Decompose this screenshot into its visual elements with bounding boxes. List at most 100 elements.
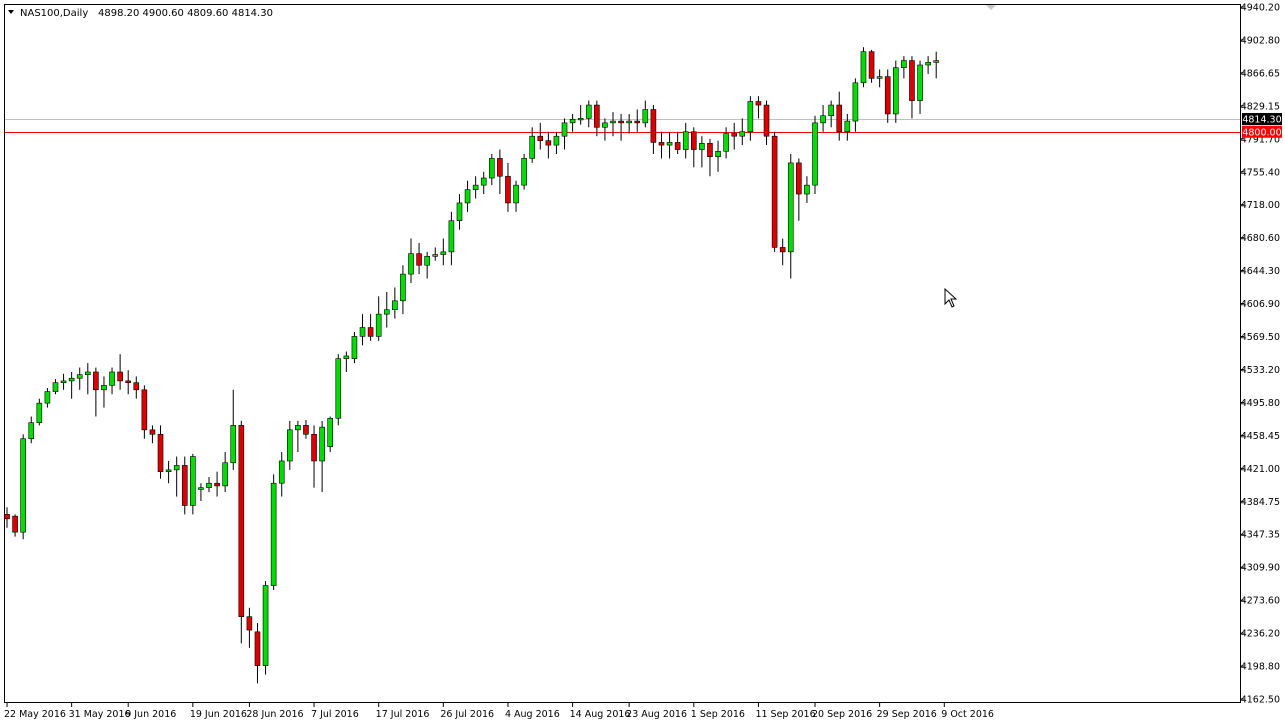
candle-body-bear — [771, 135, 778, 248]
candle — [860, 47, 867, 88]
y-tick-label: 4680.60 — [1241, 233, 1280, 244]
candle-body-bull — [585, 104, 592, 119]
candle-body-bull — [577, 118, 584, 121]
candle-body-bull — [448, 220, 455, 253]
candle-body-bear — [246, 616, 253, 631]
candle-body-bull — [739, 131, 746, 137]
candle — [521, 153, 527, 190]
candle-body-bear — [650, 109, 657, 143]
candle-body-bull — [553, 135, 560, 146]
candle-body-bear — [545, 140, 552, 146]
candle-body-bull — [343, 355, 350, 359]
candle-body-bull — [408, 253, 414, 275]
candle-body-bear — [755, 101, 762, 106]
y-tick-label: 4940.20 — [1241, 3, 1280, 14]
x-tick-label: 4 Aug 2016 — [505, 709, 560, 720]
candle-body-bear — [254, 631, 261, 666]
x-tick-label: 19 Jun 2016 — [190, 709, 247, 720]
candle-body-bear — [634, 120, 641, 124]
y-tick-label: 4644.30 — [1241, 266, 1280, 277]
candle-body-bear — [836, 104, 843, 133]
candlestick-chart: 4940.204902.804866.654829.154791.704755.… — [0, 0, 1285, 726]
x-tick-label: 9 Oct 2016 — [941, 709, 994, 720]
candle-body-bull — [723, 133, 729, 152]
candle-body-bull — [852, 82, 859, 122]
y-tick-label: 4902.80 — [1241, 35, 1280, 46]
candle-body-bear — [303, 425, 309, 435]
candle-body-bull — [262, 585, 269, 666]
candle-body-bull — [876, 76, 883, 79]
candle-body-bear — [505, 175, 511, 204]
candle-body-bull — [222, 462, 228, 487]
candle-body-bear — [868, 51, 875, 79]
y-tick-label: 4162.50 — [1241, 695, 1280, 706]
candle-body-bear — [674, 142, 681, 150]
x-tick-label: 26 Jul 2016 — [440, 709, 494, 720]
candle-body-bear — [12, 515, 18, 533]
candle-body-bull — [844, 120, 851, 133]
y-tick-label: 4273.60 — [1241, 596, 1280, 607]
y-tick-label: 4198.80 — [1241, 662, 1280, 673]
candle-body-bull — [230, 425, 237, 464]
candle-body-bear — [117, 371, 123, 382]
candle-body-bull — [715, 151, 721, 157]
chart-header[interactable]: NAS100,Daily 4898.20 4900.60 4809.60 481… — [8, 8, 273, 19]
x-tick-label: 29 Sep 2016 — [877, 709, 937, 720]
candle-body-bear — [133, 382, 140, 391]
x-tick-label: 11 Sep 2016 — [755, 709, 815, 720]
candle-body-bull — [933, 60, 940, 63]
candle-body-bear — [618, 120, 624, 124]
candle-body-bull — [626, 120, 632, 124]
candle-body-bull — [109, 371, 115, 386]
candle-body-bear — [909, 60, 915, 101]
candle-body-bear — [416, 253, 422, 266]
x-tick-label: 17 Jul 2016 — [376, 709, 430, 720]
candle-body-bull — [440, 251, 447, 255]
y-tick-label: 4309.90 — [1241, 563, 1280, 574]
candle-body-bull — [319, 426, 325, 462]
x-tick-label: 1 Sep 2016 — [691, 709, 745, 720]
candle-body-bull — [610, 120, 616, 124]
candle-body-bull — [295, 425, 301, 431]
candle-body-bear — [149, 429, 156, 435]
candle-body-bear — [157, 433, 164, 472]
candle — [270, 474, 277, 590]
y-tick-label: 4495.80 — [1241, 398, 1280, 409]
candle-body-bull — [76, 374, 83, 379]
candle-body-bull — [925, 62, 931, 66]
candle-body-bull — [383, 309, 390, 315]
candle — [181, 456, 188, 515]
candle-body-bull — [286, 429, 293, 462]
candle-body-bull — [165, 469, 172, 472]
candle-body-bull — [392, 300, 398, 311]
candle-body-bear — [181, 465, 188, 506]
candle-body-bull — [828, 104, 834, 117]
symbol-label: NAS100,Daily — [20, 8, 88, 19]
y-tick-label: 4569.50 — [1241, 332, 1280, 343]
candle — [190, 453, 196, 515]
candle-body-bear — [796, 162, 802, 195]
candle-body-bull — [561, 122, 568, 137]
candle-body-bull — [812, 122, 818, 186]
candle-body-bull — [901, 60, 907, 68]
candle-body-bull — [917, 64, 923, 101]
x-tick-label: 9 Jun 2016 — [125, 709, 176, 720]
current-price-text: 4814.30 — [1242, 115, 1281, 126]
candle-body-bull — [480, 177, 487, 186]
candle-body-bear — [93, 371, 99, 391]
candle-body-bear — [238, 425, 245, 617]
x-tick-label: 22 May 2016 — [4, 709, 66, 720]
y-tick-label: 4384.75 — [1241, 497, 1280, 508]
candle — [262, 581, 269, 675]
candle-body-bull — [569, 118, 576, 124]
candle-body-bull — [488, 158, 495, 179]
y-tick-label: 4458.45 — [1241, 431, 1280, 442]
candle-body-bear — [214, 482, 220, 487]
candle-body-bear — [141, 389, 148, 431]
candle — [771, 131, 778, 252]
candle-body-bull — [60, 380, 67, 383]
candle — [892, 60, 899, 123]
candle — [351, 331, 358, 364]
candle-body-bear — [537, 135, 544, 141]
chart-background — [0, 0, 1285, 726]
